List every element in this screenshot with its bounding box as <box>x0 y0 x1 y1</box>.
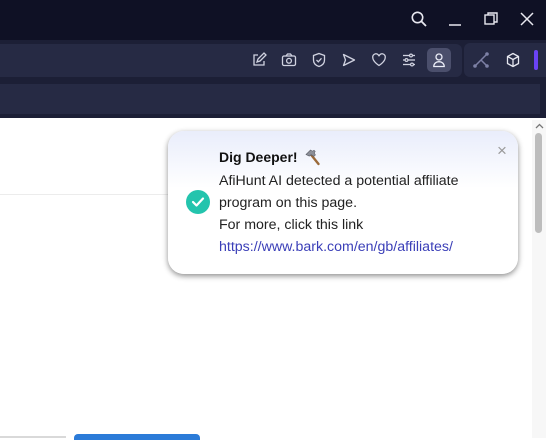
search-icon[interactable] <box>407 8 431 30</box>
edit-icon[interactable] <box>250 51 268 69</box>
notification-title-text: Dig Deeper! <box>219 149 298 165</box>
accent-bar <box>534 50 538 70</box>
page-button[interactable] <box>74 434 200 440</box>
notification-message-line2: program on this page. <box>219 195 358 211</box>
minimize-icon[interactable] <box>443 8 467 30</box>
check-circle-icon <box>186 190 210 214</box>
cube-icon[interactable] <box>504 51 522 69</box>
notification-message-line1: AfiHunt AI detected a potential affiliat… <box>219 173 459 189</box>
profile-icon <box>433 53 445 68</box>
send-icon[interactable] <box>340 51 358 69</box>
shield-icon[interactable] <box>310 51 328 69</box>
graph-icon[interactable] <box>472 51 490 69</box>
heart-icon[interactable] <box>370 51 388 69</box>
close-icon[interactable]: × <box>494 142 510 159</box>
hammer-icon <box>304 148 322 166</box>
bookmarks-strip <box>0 84 540 114</box>
camera-icon[interactable] <box>280 51 298 69</box>
notification-message-line3: For more, click this link <box>219 217 364 233</box>
close-icon[interactable] <box>515 8 539 30</box>
address-bar[interactable] <box>0 44 462 77</box>
divider <box>0 194 170 195</box>
scroll-thumb[interactable] <box>535 133 542 233</box>
scroll-up-icon[interactable] <box>534 121 544 131</box>
affiliate-link[interactable]: https://www.bark.com/en/gb/affiliates/ <box>219 238 453 256</box>
notification-title: Dig Deeper! <box>219 148 322 166</box>
title-bar <box>0 0 546 40</box>
restore-icon[interactable] <box>479 8 503 30</box>
menu-icon[interactable] <box>400 51 418 69</box>
profile-button[interactable] <box>427 48 451 72</box>
